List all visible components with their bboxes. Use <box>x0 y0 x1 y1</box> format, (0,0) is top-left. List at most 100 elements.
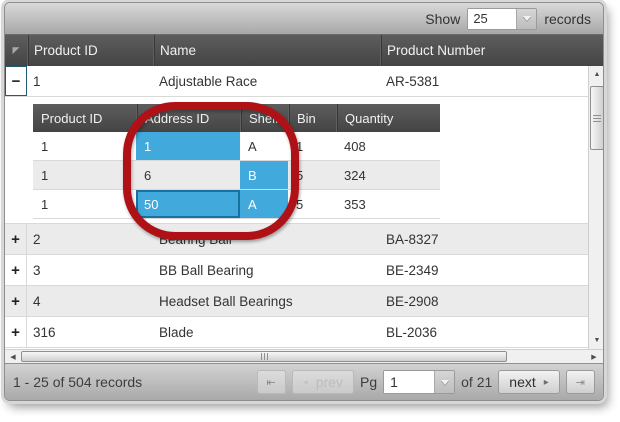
cell-name: Bearing Ball <box>153 224 380 254</box>
page-number-combobox <box>383 370 455 394</box>
minus-icon: − <box>12 73 21 90</box>
first-page-icon: ⇤ <box>267 376 276 389</box>
detail-row: Product ID Address ID Shelf Bin Quantity… <box>5 97 588 224</box>
cell-product-id: 1 <box>27 66 153 96</box>
detail-column-header-shelf[interactable]: Shelf <box>240 104 288 132</box>
next-label: next <box>509 374 535 390</box>
scroll-down-arrow-icon[interactable]: ▼ <box>589 333 603 348</box>
detail-column-header-address-id[interactable]: Address ID <box>136 104 240 132</box>
detail-row-1[interactable]: 1 1 A 1 408 <box>33 132 440 161</box>
vertical-scrollbar-thumb[interactable] <box>590 86 603 150</box>
last-page-button[interactable]: ⇥ <box>566 370 595 394</box>
detail-cell-bin[interactable]: 5 <box>288 161 336 189</box>
detail-cell-quantity[interactable]: 353 <box>336 190 440 218</box>
cell-product-id: 2 <box>27 224 153 254</box>
collapse-row-button[interactable]: − <box>5 66 27 96</box>
detail-column-header-bin[interactable]: Bin <box>288 104 336 132</box>
cell-product-id: 316 <box>27 317 153 347</box>
horizontal-scrollbar[interactable]: ◀ ▶ <box>5 349 603 363</box>
cell-product-id: 3 <box>27 255 153 285</box>
detail-cell-product-id[interactable]: 1 <box>33 190 136 218</box>
detail-row-3[interactable]: 1 50 A 5 353 <box>33 190 440 219</box>
detail-row-2[interactable]: 1 6 B 5 324 <box>33 161 440 190</box>
detail-column-header-quantity[interactable]: Quantity <box>336 104 440 132</box>
footer-pager-bar: 1 - 25 of 504 records ⇤ ◂ prev Pg of 21 n… <box>5 363 603 400</box>
plus-icon: + <box>11 324 20 341</box>
page-size-input[interactable] <box>468 9 516 29</box>
cell-product-number: AR-5381 <box>380 66 588 96</box>
detail-cell-quantity[interactable]: 324 <box>336 161 440 189</box>
detail-cell-shelf-selected[interactable]: A <box>240 190 288 218</box>
screenshot-stage: Show records ◤ Product ID Name Product N… <box>0 0 620 422</box>
prev-label: prev <box>316 374 343 390</box>
records-label: records <box>544 11 591 27</box>
detail-column-header-product-id[interactable]: Product ID <box>33 104 136 132</box>
detail-cell-shelf-selected[interactable]: B <box>240 161 288 189</box>
detail-grid-header-row: Product ID Address ID Shelf Bin Quantity <box>33 104 440 132</box>
vertical-scrollbar[interactable]: ▲ ▼ <box>588 66 603 349</box>
show-label: Show <box>425 11 460 27</box>
prev-page-button[interactable]: ◂ prev <box>292 370 354 394</box>
collapse-all-icon: ◤ <box>13 46 20 55</box>
cell-name: Blade <box>153 317 380 347</box>
grid-header-row: ◤ Product ID Name Product Number <box>5 35 603 66</box>
plus-icon: + <box>11 262 20 279</box>
cell-product-number: BL-2036 <box>380 317 588 347</box>
cell-product-number: BE-2349 <box>380 255 588 285</box>
first-page-button[interactable]: ⇤ <box>257 370 286 394</box>
page-number-dropdown-button[interactable] <box>434 371 454 393</box>
pager-controls: ⇤ ◂ prev Pg of 21 next ▸ ⇥ <box>257 370 595 394</box>
detail-grid: Product ID Address ID Shelf Bin Quantity… <box>33 104 440 219</box>
cell-product-number: BA-8327 <box>380 224 588 254</box>
column-header-product-number[interactable]: Product Number <box>380 35 603 66</box>
expand-row-button[interactable]: + <box>5 224 27 254</box>
detail-cell-product-id[interactable]: 1 <box>33 161 136 189</box>
chevron-down-icon <box>441 380 449 385</box>
cell-name: Adjustable Race <box>153 66 380 96</box>
column-header-product-id[interactable]: Product ID <box>27 35 153 66</box>
detail-cell-address-id-selected[interactable]: 1 <box>136 132 240 160</box>
table-row-product-316[interactable]: + 316 Blade BL-2036 <box>5 317 588 348</box>
column-header-name[interactable]: Name <box>153 35 380 66</box>
detail-cell-quantity[interactable]: 408 <box>336 132 440 160</box>
detail-cell-address-id-selected-focused[interactable]: 50 <box>136 190 240 218</box>
next-page-button[interactable]: next ▸ <box>498 370 560 394</box>
product-grid-window: Show records ◤ Product ID Name Product N… <box>4 2 604 401</box>
cell-name: Headset Ball Bearings <box>153 286 380 316</box>
expand-row-button[interactable]: + <box>5 255 27 285</box>
cell-product-number: BE-2908 <box>380 286 588 316</box>
prev-arrow-icon: ◂ <box>303 377 308 388</box>
scroll-right-arrow-icon[interactable]: ▶ <box>587 350 601 363</box>
detail-cell-bin[interactable]: 5 <box>288 190 336 218</box>
last-page-icon: ⇥ <box>576 376 585 389</box>
table-row-product-3[interactable]: + 3 BB Ball Bearing BE-2349 <box>5 255 588 286</box>
expand-row-button[interactable]: + <box>5 317 27 347</box>
plus-icon: + <box>11 293 20 310</box>
table-row-product-1[interactable]: − 1 Adjustable Race AR-5381 <box>5 66 588 97</box>
cell-product-id: 4 <box>27 286 153 316</box>
page-size-combobox <box>467 8 537 30</box>
toolbar: Show records <box>5 3 603 35</box>
cell-name: BB Ball Bearing <box>153 255 380 285</box>
records-status-text: 1 - 25 of 504 records <box>13 374 257 390</box>
page-label: Pg <box>360 374 377 390</box>
plus-icon: + <box>11 231 20 248</box>
grid-rows: − 1 Adjustable Race AR-5381 Product ID A… <box>5 66 588 349</box>
table-row-product-4[interactable]: + 4 Headset Ball Bearings BE-2908 <box>5 286 588 317</box>
detail-cell-bin[interactable]: 1 <box>288 132 336 160</box>
of-pages-label: of 21 <box>461 374 492 390</box>
scroll-up-arrow-icon[interactable]: ▲ <box>589 67 603 82</box>
table-row-product-2[interactable]: + 2 Bearing Ball BA-8327 <box>5 224 588 255</box>
chevron-down-icon <box>523 16 531 21</box>
next-arrow-icon: ▸ <box>544 377 549 388</box>
detail-cell-address-id[interactable]: 6 <box>136 161 240 189</box>
grid-body: − 1 Adjustable Race AR-5381 Product ID A… <box>5 66 603 349</box>
detail-cell-shelf[interactable]: A <box>240 132 288 160</box>
scroll-left-arrow-icon[interactable]: ◀ <box>6 350 20 363</box>
detail-cell-product-id[interactable]: 1 <box>33 132 136 160</box>
horizontal-scrollbar-thumb[interactable] <box>21 351 507 362</box>
page-size-dropdown-button[interactable] <box>516 9 536 29</box>
expand-row-button[interactable]: + <box>5 286 27 316</box>
page-number-input[interactable] <box>384 371 434 393</box>
collapse-all-header-cell[interactable]: ◤ <box>5 35 27 66</box>
